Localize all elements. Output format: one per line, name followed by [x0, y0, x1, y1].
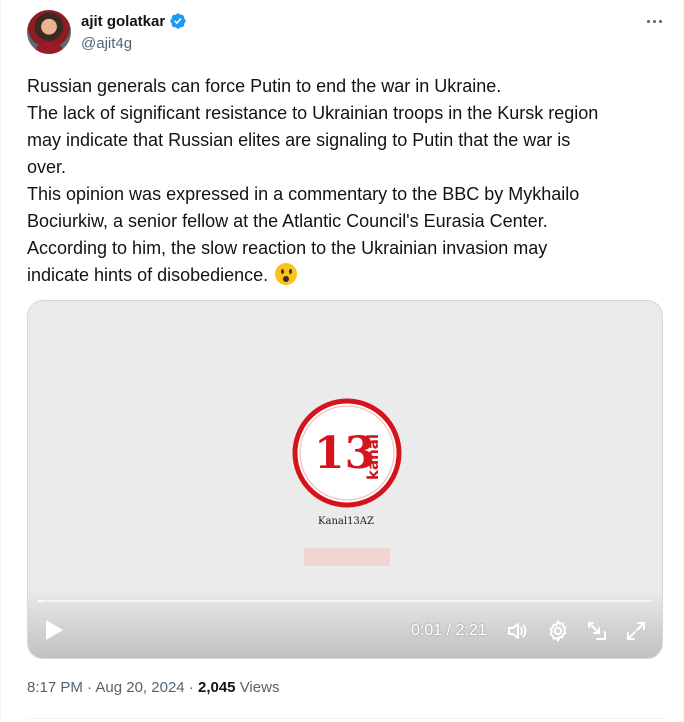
tweet-line: The lack of significant resistance to Uk… [27, 103, 599, 123]
more-dot-icon [652, 19, 656, 23]
play-icon[interactable] [44, 619, 64, 641]
display-name[interactable]: ajit golatkar [81, 13, 165, 30]
tweet-line: This opinion was expressed in a commenta… [27, 184, 580, 204]
tweet-date[interactable]: Aug 20, 2024 [95, 679, 184, 696]
more-options-button[interactable] [643, 12, 665, 30]
tweet-text: Russian generals can force Putin to end … [27, 73, 667, 289]
left-border [0, 0, 1, 722]
tweet-line: According to him, the slow reaction to t… [27, 238, 548, 258]
video-player[interactable]: 13 kanal Kanal13AZ 0:01 / 2:21 [27, 300, 663, 659]
kanal13-logo-icon: 13 kanal [292, 398, 402, 508]
more-dot-icon [646, 19, 650, 23]
tweet-line: Russian generals can force Putin to end … [27, 76, 502, 96]
author-name-row: ajit golatkar [81, 12, 187, 30]
tweet-line-last: indicate hints of disobedience. [27, 262, 667, 289]
meta-separator: · [184, 679, 198, 696]
divider [27, 718, 667, 719]
tweet-line: may indicate that Russian elites are sig… [27, 130, 571, 150]
fullscreen-icon[interactable] [624, 619, 648, 643]
volume-icon[interactable] [505, 619, 529, 643]
tweet-time[interactable]: 8:17 PM [27, 679, 83, 696]
progress-bar[interactable] [38, 600, 652, 602]
logo-word: kanal [364, 434, 382, 480]
tweet-meta: 8:17 PM · Aug 20, 2024 · 2,045 Views [27, 679, 279, 696]
video-time: 0:01 / 2:21 [411, 622, 487, 639]
video-controls: 0:01 / 2:21 [28, 606, 662, 658]
verified-badge-icon [170, 13, 186, 29]
minimize-icon[interactable] [585, 619, 609, 643]
video-overlay-bar [304, 548, 390, 566]
tweet-card: ajit golatkar @ajit4g Russian generals c… [0, 0, 684, 722]
more-dot-icon [658, 19, 662, 23]
astonished-face-emoji-icon [275, 263, 298, 285]
views-label: Views [235, 679, 280, 696]
tweet-line: over. [27, 157, 67, 177]
tweet-line: Bociurkiw, a senior fellow at the Atlant… [27, 211, 548, 231]
meta-separator: · [82, 679, 96, 696]
views-count: 2,045 [197, 679, 236, 696]
author-handle[interactable]: @ajit4g [81, 35, 132, 52]
tweet-line: indicate hints of disobedience. [27, 265, 269, 285]
settings-icon[interactable] [546, 619, 570, 643]
logo-caption: Kanal13AZ [318, 516, 374, 527]
progress-fill [38, 600, 43, 602]
avatar[interactable] [27, 10, 71, 54]
